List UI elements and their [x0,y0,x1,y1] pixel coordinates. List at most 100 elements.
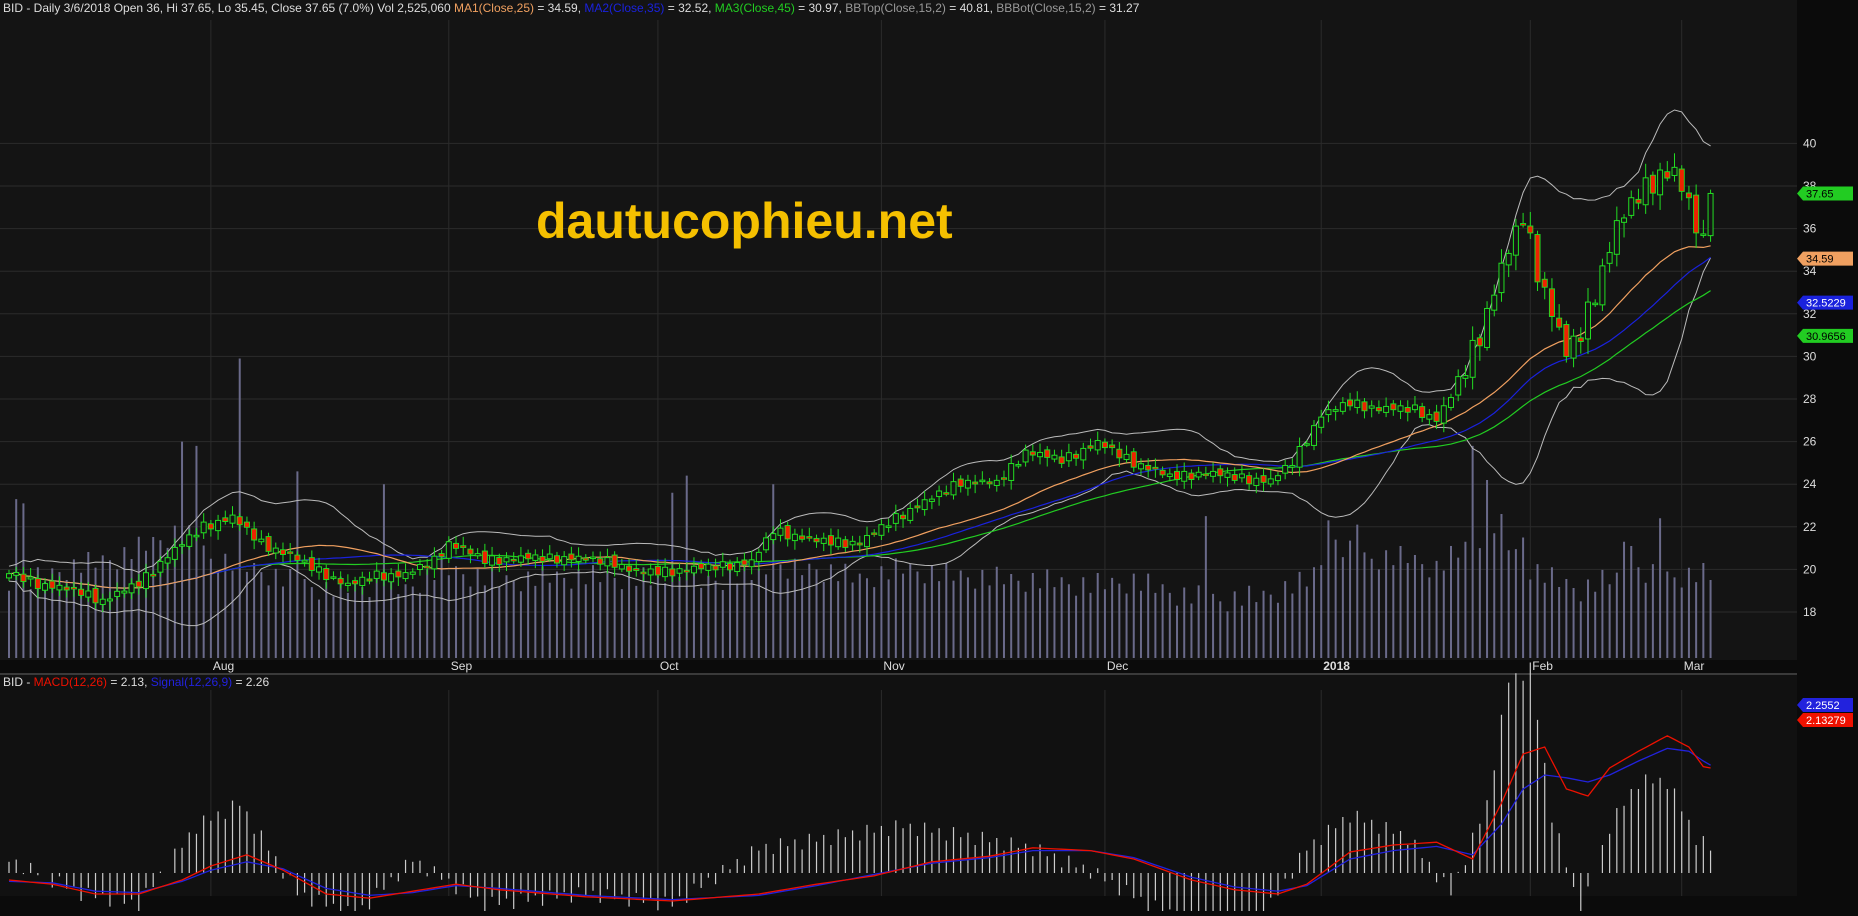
price-tick-label: 34 [1803,264,1817,278]
candle-body-fill [987,482,992,484]
candle-body [1267,478,1274,485]
candle-body-fill [1405,408,1410,412]
candle-body-fill [1117,449,1122,458]
candle-body-fill [1001,478,1006,480]
candle-body [409,571,416,575]
candle-body [1166,473,1173,478]
price-tick-label: 40 [1803,136,1817,150]
candle-body [157,560,164,573]
candle-body-fill [353,581,358,584]
candle-body-fill [454,543,459,548]
candle-body [179,544,186,547]
candle-body-fill [713,566,718,570]
candle-body [1426,414,1433,420]
candle-body-fill [1564,325,1569,356]
date-tick-label: Feb [1532,659,1553,673]
date-tick-label: Nov [883,659,904,673]
candle-body [1238,473,1245,479]
candle-body [1332,409,1339,412]
candle-body [1339,402,1346,412]
stock-chart-window: 18 20 22 24 26 28 30 32 34 36 38 40 Aug Sep Oct Nov Dec… [0,0,1858,916]
candle-body-fill [634,569,639,571]
candle-body [1613,220,1620,255]
date-tick-label: Mar [1684,659,1705,673]
candle-body-fill [1074,454,1079,458]
candle-body-fill [309,558,314,570]
candle-body [705,563,712,571]
candle-body [1274,475,1281,482]
candle-body [402,572,409,580]
candle-body-fill [554,556,559,563]
candle-body [186,534,193,547]
candle-body-fill [1557,318,1562,327]
date-tick-label: Aug [213,659,234,673]
ma3-label: MA3(Close,45) [715,1,795,15]
macd-header: BID - MACD(12,26) = 2.13, Signal(12,26,9… [3,675,269,689]
candle-body-fill [973,482,978,484]
candle-body-fill [482,551,487,563]
candle-body [1628,197,1635,216]
candle-body [431,555,438,570]
ma3-value-tag: 30.9656 [1806,331,1846,343]
bbbot-label: BBBot(Close,15,2) [996,1,1095,15]
candle-body [1282,464,1289,474]
price-tick-label: 30 [1803,349,1817,363]
candle-body-fill [1376,408,1381,411]
candle-body [6,573,12,579]
candle-body [1606,252,1613,264]
candle-body-fill [79,589,84,595]
candle-body [734,562,741,573]
candle-body [200,521,207,534]
macd-label: MACD(12,26) [34,675,107,689]
candle-body-fill [828,536,833,545]
header-prefix: BID - Daily 3/6/2018 Open 36, Hi 37.65, … [3,1,454,15]
candle-body [193,534,200,538]
candle-body [373,570,380,579]
candle-body [106,598,113,602]
candle-body-fill [1665,172,1670,178]
candle-body-fill [338,579,343,584]
candle-body [1440,405,1447,424]
macd-value-tag: 2.13279 [1806,715,1846,727]
candle-body [27,576,34,580]
candle-body-fill [1131,452,1136,467]
candle-body-fill [800,536,805,539]
candle-body-fill [1420,407,1425,417]
candle-body-fill [21,574,26,582]
candle-body [99,598,106,605]
candle-body-fill [785,526,790,539]
candle-body [604,557,611,567]
ma1-value: = 34.59, [534,1,584,15]
candle-body-fill [857,543,862,545]
watermark: dautucophieu.net [536,193,953,249]
candle-body-fill [944,493,949,495]
candle-body [1570,335,1577,359]
candle-body [489,555,496,566]
candle-body-fill [1362,402,1367,411]
candle-body [1368,405,1375,409]
ma2-value-tag: 32.5229 [1806,298,1846,310]
candle-body [330,576,337,579]
candle-body-fill [223,518,228,521]
signal-label: Signal(12,26,9) [151,675,232,689]
chart-canvas[interactable]: 182022242628303234363840 Aug Sep Oct Nov Dec… [0,0,1858,916]
candle-body-fill [612,555,617,567]
candle-body [777,527,784,536]
candle-body-fill [540,557,545,561]
candle-body-fill [396,571,401,577]
candle-body [1296,445,1303,468]
candle-body [1448,397,1454,408]
candle-body-fill [1261,476,1266,482]
candle-body [13,571,20,576]
candle-body [791,533,798,542]
candle-body-fill [1528,226,1533,233]
candle-body [1080,447,1087,461]
candle-body-fill [208,524,213,529]
candle-body [1491,294,1498,311]
candle-body [690,565,697,574]
candle-body [1621,217,1628,223]
candle-body-fill [1030,452,1035,455]
candle-body-fill [288,552,293,554]
candle-body [1123,453,1130,460]
date-tick-label: 2018 [1323,659,1350,673]
